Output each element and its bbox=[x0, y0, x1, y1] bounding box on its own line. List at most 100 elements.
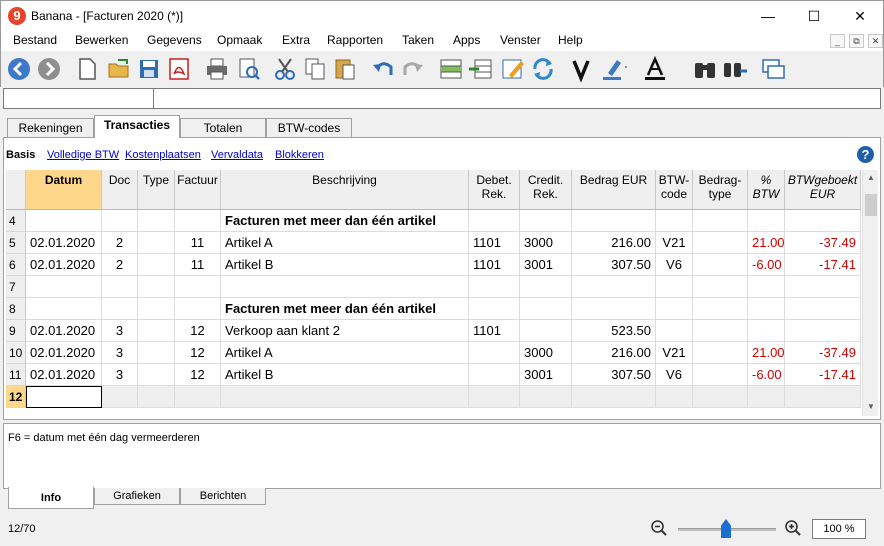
row-number[interactable]: 10 bbox=[6, 342, 26, 364]
cell-doc[interactable]: 2 bbox=[102, 232, 138, 254]
cell-doc[interactable]: 3 bbox=[102, 320, 138, 342]
cell-type[interactable] bbox=[138, 386, 175, 408]
cell-credit[interactable] bbox=[520, 210, 572, 232]
zoom-slider-thumb[interactable] bbox=[721, 519, 731, 538]
cell-type[interactable] bbox=[138, 320, 175, 342]
cell-factuur[interactable]: 12 bbox=[175, 364, 221, 386]
cell-credit[interactable]: 3000 bbox=[520, 342, 572, 364]
cut-icon[interactable] bbox=[271, 55, 299, 83]
minimize-button[interactable]: — bbox=[745, 1, 791, 31]
cell-debet[interactable]: 1101 bbox=[469, 254, 520, 276]
cell-beschrijving[interactable]: Artikel B bbox=[221, 254, 469, 276]
menu-bestand[interactable]: Bestand bbox=[13, 33, 57, 47]
row-number[interactable]: 4 bbox=[6, 210, 26, 232]
cell-debet[interactable] bbox=[469, 364, 520, 386]
row-number[interactable]: 9 bbox=[6, 320, 26, 342]
print-icon[interactable] bbox=[203, 55, 231, 83]
cell-btw-geboekt[interactable] bbox=[785, 210, 861, 232]
cell-factuur[interactable] bbox=[175, 298, 221, 320]
cell-beschrijving[interactable]: Artikel B bbox=[221, 364, 469, 386]
cell-btw-code[interactable]: V6 bbox=[656, 254, 693, 276]
cell-btw-code[interactable]: V21 bbox=[656, 342, 693, 364]
close-button[interactable]: ✕ bbox=[837, 1, 883, 31]
cell-credit[interactable]: 3000 bbox=[520, 232, 572, 254]
cell-bedrag-type[interactable] bbox=[693, 364, 748, 386]
row-number[interactable]: 11 bbox=[6, 364, 26, 386]
delete-row-icon[interactable] bbox=[467, 55, 495, 83]
cell-factuur[interactable] bbox=[175, 386, 221, 408]
cell-btw-geboekt[interactable]: -37.49 bbox=[785, 232, 861, 254]
cell-btw-geboekt[interactable]: -17.41 bbox=[785, 364, 861, 386]
font-color-icon[interactable] bbox=[641, 55, 669, 83]
scroll-thumb[interactable] bbox=[865, 194, 877, 216]
cell-bedrag[interactable]: 523.50 bbox=[572, 320, 656, 342]
scroll-down-icon[interactable]: ▼ bbox=[863, 399, 879, 415]
cell-pct-btw[interactable] bbox=[748, 276, 785, 298]
cell-debet[interactable] bbox=[469, 210, 520, 232]
cell-doc[interactable]: 3 bbox=[102, 342, 138, 364]
menu-rapporten[interactable]: Rapporten bbox=[327, 33, 383, 47]
cell-factuur[interactable] bbox=[175, 210, 221, 232]
undo-icon[interactable] bbox=[369, 55, 397, 83]
cell-debet[interactable]: 1101 bbox=[469, 320, 520, 342]
cell-datum-selected[interactable] bbox=[26, 386, 102, 408]
cell-type[interactable] bbox=[138, 298, 175, 320]
cell-doc[interactable]: 2 bbox=[102, 254, 138, 276]
cell-bedrag[interactable] bbox=[572, 386, 656, 408]
save-icon[interactable] bbox=[135, 55, 163, 83]
cell-doc[interactable]: 3 bbox=[102, 364, 138, 386]
cell-doc[interactable] bbox=[102, 210, 138, 232]
row-number[interactable]: 8 bbox=[6, 298, 26, 320]
menu-apps[interactable]: Apps bbox=[453, 33, 480, 47]
cell-bedrag[interactable]: 307.50 bbox=[572, 254, 656, 276]
tab-btw-codes[interactable]: BTW-codes bbox=[266, 118, 352, 137]
cell-bedrag[interactable] bbox=[572, 298, 656, 320]
cell-btw-geboekt[interactable]: -17.41 bbox=[785, 254, 861, 276]
window-icon[interactable] bbox=[759, 55, 787, 83]
help-icon[interactable]: ? bbox=[857, 146, 874, 163]
cell-bedrag-type[interactable] bbox=[693, 210, 748, 232]
menu-taken[interactable]: Taken bbox=[402, 33, 434, 47]
header-credit-rek[interactable]: Credit. Rek. bbox=[520, 170, 572, 210]
tab-rekeningen[interactable]: Rekeningen bbox=[7, 118, 94, 137]
menu-bewerken[interactable]: Bewerken bbox=[75, 33, 128, 47]
cell-beschrijving[interactable]: Artikel A bbox=[221, 232, 469, 254]
menu-help[interactable]: Help bbox=[558, 33, 583, 47]
cell-datum[interactable] bbox=[26, 276, 102, 298]
view-basis[interactable]: Basis bbox=[6, 149, 35, 161]
pdf-icon[interactable] bbox=[165, 55, 193, 83]
cell-type[interactable] bbox=[138, 254, 175, 276]
redo-icon[interactable] bbox=[399, 55, 427, 83]
header-btw-geboekt[interactable]: BTWgeboekt EUR bbox=[785, 170, 861, 210]
cell-btw-geboekt[interactable] bbox=[785, 298, 861, 320]
open-folder-icon[interactable] bbox=[105, 55, 133, 83]
cell-bedrag-type[interactable] bbox=[693, 386, 748, 408]
cell-datum[interactable]: 02.01.2020 bbox=[26, 364, 102, 386]
cell-debet[interactable] bbox=[469, 276, 520, 298]
cell-btw-code[interactable] bbox=[656, 386, 693, 408]
cell-bedrag-type[interactable] bbox=[693, 254, 748, 276]
cell-factuur[interactable]: 12 bbox=[175, 320, 221, 342]
view-volledige-btw[interactable]: Volledige BTW bbox=[47, 149, 119, 161]
cell-beschrijving[interactable]: Facturen met meer dan één artikel bbox=[221, 298, 469, 320]
cell-credit[interactable] bbox=[520, 276, 572, 298]
cell-type[interactable] bbox=[138, 342, 175, 364]
highlight-icon[interactable] bbox=[599, 55, 627, 83]
cell-factuur[interactable]: 11 bbox=[175, 232, 221, 254]
recalculate-icon[interactable] bbox=[529, 55, 557, 83]
cell-factuur[interactable]: 11 bbox=[175, 254, 221, 276]
cell-datum[interactable]: 02.01.2020 bbox=[26, 342, 102, 364]
cell-btw-geboekt[interactable]: -37.49 bbox=[785, 342, 861, 364]
cell-bedrag[interactable] bbox=[572, 276, 656, 298]
tab-info[interactable]: Info bbox=[8, 487, 94, 509]
cell-btw-code[interactable] bbox=[656, 276, 693, 298]
zoom-in-icon[interactable] bbox=[784, 519, 802, 537]
cell-bedrag[interactable]: 216.00 bbox=[572, 232, 656, 254]
back-icon[interactable] bbox=[5, 55, 33, 83]
mdi-close-button[interactable]: ✕ bbox=[868, 34, 883, 48]
header-pct-btw[interactable]: % BTW bbox=[748, 170, 785, 210]
cell-btw-code[interactable] bbox=[656, 320, 693, 342]
cell-debet[interactable] bbox=[469, 298, 520, 320]
forward-icon[interactable] bbox=[35, 55, 63, 83]
edit-icon[interactable] bbox=[499, 55, 527, 83]
